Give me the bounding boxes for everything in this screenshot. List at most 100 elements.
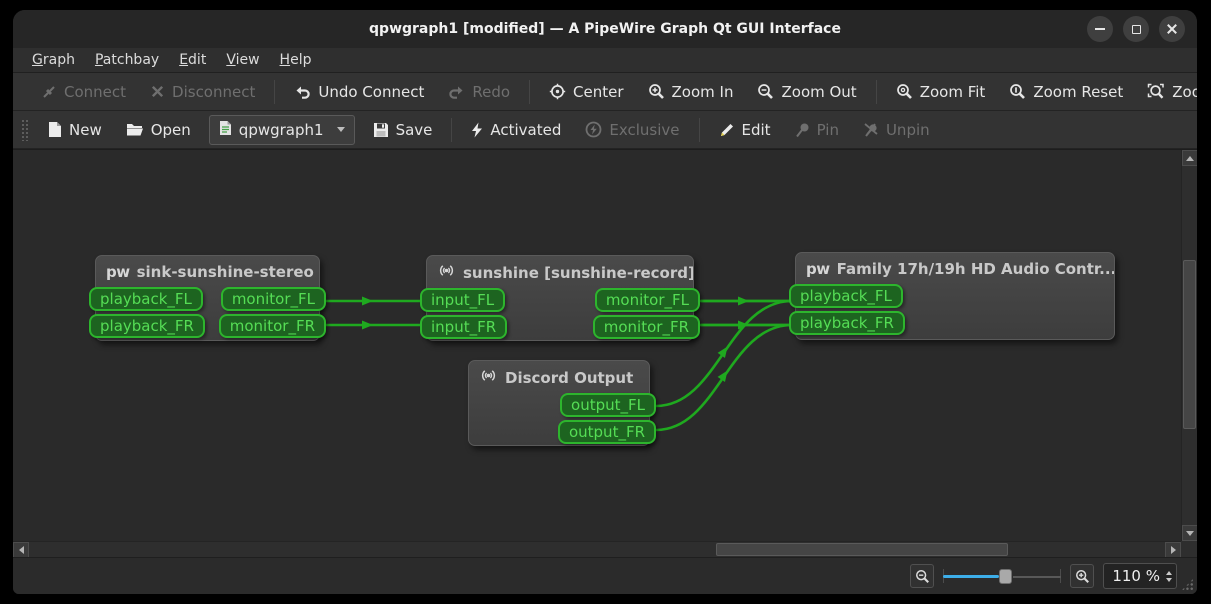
down-arrow-icon xyxy=(1186,531,1194,536)
pipewire-icon: pw xyxy=(806,262,830,277)
stream-icon xyxy=(437,263,456,282)
menu-view[interactable]: View xyxy=(217,49,268,71)
zoom-slider-handle[interactable] xyxy=(999,569,1012,584)
statusbar: 110 % xyxy=(13,557,1197,594)
zoom-out-icon xyxy=(757,83,774,100)
port-input-fr[interactable]: input_FR xyxy=(420,315,507,339)
resize-grip[interactable] xyxy=(1181,578,1194,591)
activated-button[interactable]: Activated xyxy=(461,116,571,144)
disconnect-button[interactable]: Disconnect xyxy=(140,78,265,106)
horizontal-scrollbar[interactable] xyxy=(13,541,1181,557)
menu-help[interactable]: Help xyxy=(271,49,321,71)
node-sink-sunshine-stereo[interactable]: pw sink-sunshine-stereo playback_FL moni… xyxy=(95,255,320,341)
window-title: qpwgraph1 [modified] — A PipeWire Graph … xyxy=(13,21,1197,37)
spin-up-icon[interactable] xyxy=(1166,571,1172,575)
exclusive-button[interactable]: Exclusive xyxy=(575,116,689,144)
menu-graph[interactable]: Graph xyxy=(23,49,84,71)
separator xyxy=(451,118,452,142)
vertical-scroll-thumb[interactable] xyxy=(1183,260,1196,429)
port-monitor-fl[interactable]: monitor_FL xyxy=(221,287,326,311)
port-monitor-fr[interactable]: monitor_FR xyxy=(593,315,700,339)
unpin-button[interactable]: Unpin xyxy=(853,116,940,144)
zoom-percent-spinbox[interactable]: 110 % xyxy=(1103,563,1177,589)
node-family-hd-audio[interactable]: pw Family 17h/19h HD Audio Contr... play… xyxy=(795,252,1115,340)
minimize-button[interactable] xyxy=(1087,16,1113,42)
unpin-icon xyxy=(863,122,879,138)
patchbay-session-combobox[interactable]: qpwgraph1 xyxy=(209,115,355,145)
pipewire-icon: pw xyxy=(106,265,130,280)
edit-button[interactable]: Edit xyxy=(709,116,781,144)
zoom-in-button[interactable]: Zoom In xyxy=(638,78,744,106)
port-output-fr[interactable]: output_FR xyxy=(558,420,656,444)
zoom-range-button[interactable]: Zoom Range xyxy=(1137,78,1197,106)
horizontal-scroll-thumb[interactable] xyxy=(716,543,1008,556)
exclusive-bolt-icon xyxy=(585,121,602,138)
scroll-up-button[interactable] xyxy=(1182,150,1197,166)
zoom-in-icon xyxy=(1075,569,1090,584)
redo-button[interactable]: Redo xyxy=(438,78,520,106)
open-folder-icon xyxy=(126,122,144,137)
zoom-fit-icon xyxy=(896,83,913,100)
connect-button[interactable]: Connect xyxy=(31,78,136,106)
port-playback-fr[interactable]: playback_FR xyxy=(89,314,205,338)
open-button[interactable]: Open xyxy=(116,116,201,144)
zoom-reset-button[interactable]: Zoom Reset xyxy=(999,78,1133,106)
separator xyxy=(529,80,530,104)
center-button[interactable]: Center xyxy=(539,78,634,106)
node-title: Discord Output xyxy=(469,361,649,393)
port-playback-fr[interactable]: playback_FR xyxy=(789,311,905,335)
zoom-reset-icon xyxy=(1009,83,1026,100)
save-button[interactable]: Save xyxy=(363,116,443,144)
redo-icon xyxy=(448,84,465,100)
graph-canvas[interactable]: pw sink-sunshine-stereo playback_FL moni… xyxy=(13,149,1197,557)
menu-edit[interactable]: Edit xyxy=(170,49,215,71)
port-monitor-fl[interactable]: monitor_FL xyxy=(595,288,700,312)
separator xyxy=(274,80,275,104)
zoom-out-button[interactable]: Zoom Out xyxy=(747,78,866,106)
activated-bolt-icon xyxy=(471,122,483,138)
port-output-fl[interactable]: output_FL xyxy=(560,393,656,417)
port-playback-fl[interactable]: playback_FL xyxy=(789,284,903,308)
port-input-fl[interactable]: input_FL xyxy=(420,288,505,312)
toolbar-main: Connect Disconnect Undo Connect Redo Cen… xyxy=(13,73,1197,111)
zoom-out-icon xyxy=(915,569,930,584)
undo-connect-button[interactable]: Undo Connect xyxy=(284,78,434,106)
separator xyxy=(876,80,877,104)
toolbar-drag-handle[interactable] xyxy=(21,119,28,141)
scroll-down-button[interactable] xyxy=(1182,525,1197,541)
statusbar-zoom-in-button[interactable] xyxy=(1070,564,1094,588)
save-icon xyxy=(373,122,389,138)
new-button[interactable]: New xyxy=(38,116,112,144)
maximize-button[interactable] xyxy=(1123,16,1149,42)
zoom-in-icon xyxy=(648,83,665,100)
zoom-slider[interactable] xyxy=(943,566,1061,586)
zoom-percent-value: 110 % xyxy=(1112,567,1160,585)
scroll-left-button[interactable] xyxy=(13,542,29,558)
statusbar-zoom-out-button[interactable] xyxy=(910,564,934,588)
disconnect-icon xyxy=(150,84,165,99)
left-arrow-icon xyxy=(19,546,24,554)
spin-down-icon[interactable] xyxy=(1166,578,1172,582)
zoom-fit-button[interactable]: Zoom Fit xyxy=(886,78,996,106)
up-arrow-icon xyxy=(1186,156,1194,161)
vertical-scrollbar[interactable] xyxy=(1181,150,1197,541)
port-monitor-fr[interactable]: monitor_FR xyxy=(219,314,326,338)
app-window: qpwgraph1 [modified] — A PipeWire Graph … xyxy=(13,10,1197,594)
chevron-down-icon xyxy=(337,127,345,132)
port-playback-fl[interactable]: playback_FL xyxy=(89,287,203,311)
zoom-slider-fill xyxy=(943,575,999,578)
node-discord-output[interactable]: Discord Output output_FL output_FR xyxy=(468,360,650,446)
center-icon xyxy=(549,83,566,100)
pin-button[interactable]: Pin xyxy=(785,116,849,144)
node-title: pw sink-sunshine-stereo xyxy=(96,256,319,287)
node-sunshine[interactable]: sunshine [sunshine-record] input_FL moni… xyxy=(426,255,694,341)
edit-pencil-icon xyxy=(719,122,735,138)
patchbay-file-icon xyxy=(219,120,232,140)
node-title: pw Family 17h/19h HD Audio Contr... xyxy=(796,253,1114,284)
close-button[interactable] xyxy=(1159,16,1185,42)
scroll-right-button[interactable] xyxy=(1165,542,1181,558)
menu-patchbay[interactable]: Patchbay xyxy=(86,49,168,71)
zoom-range-icon xyxy=(1147,83,1165,100)
graph-view[interactable]: pw sink-sunshine-stereo playback_FL moni… xyxy=(13,150,1181,541)
toolbar-file: New Open qpwgraph1 Save Activated Exclus… xyxy=(13,111,1197,149)
